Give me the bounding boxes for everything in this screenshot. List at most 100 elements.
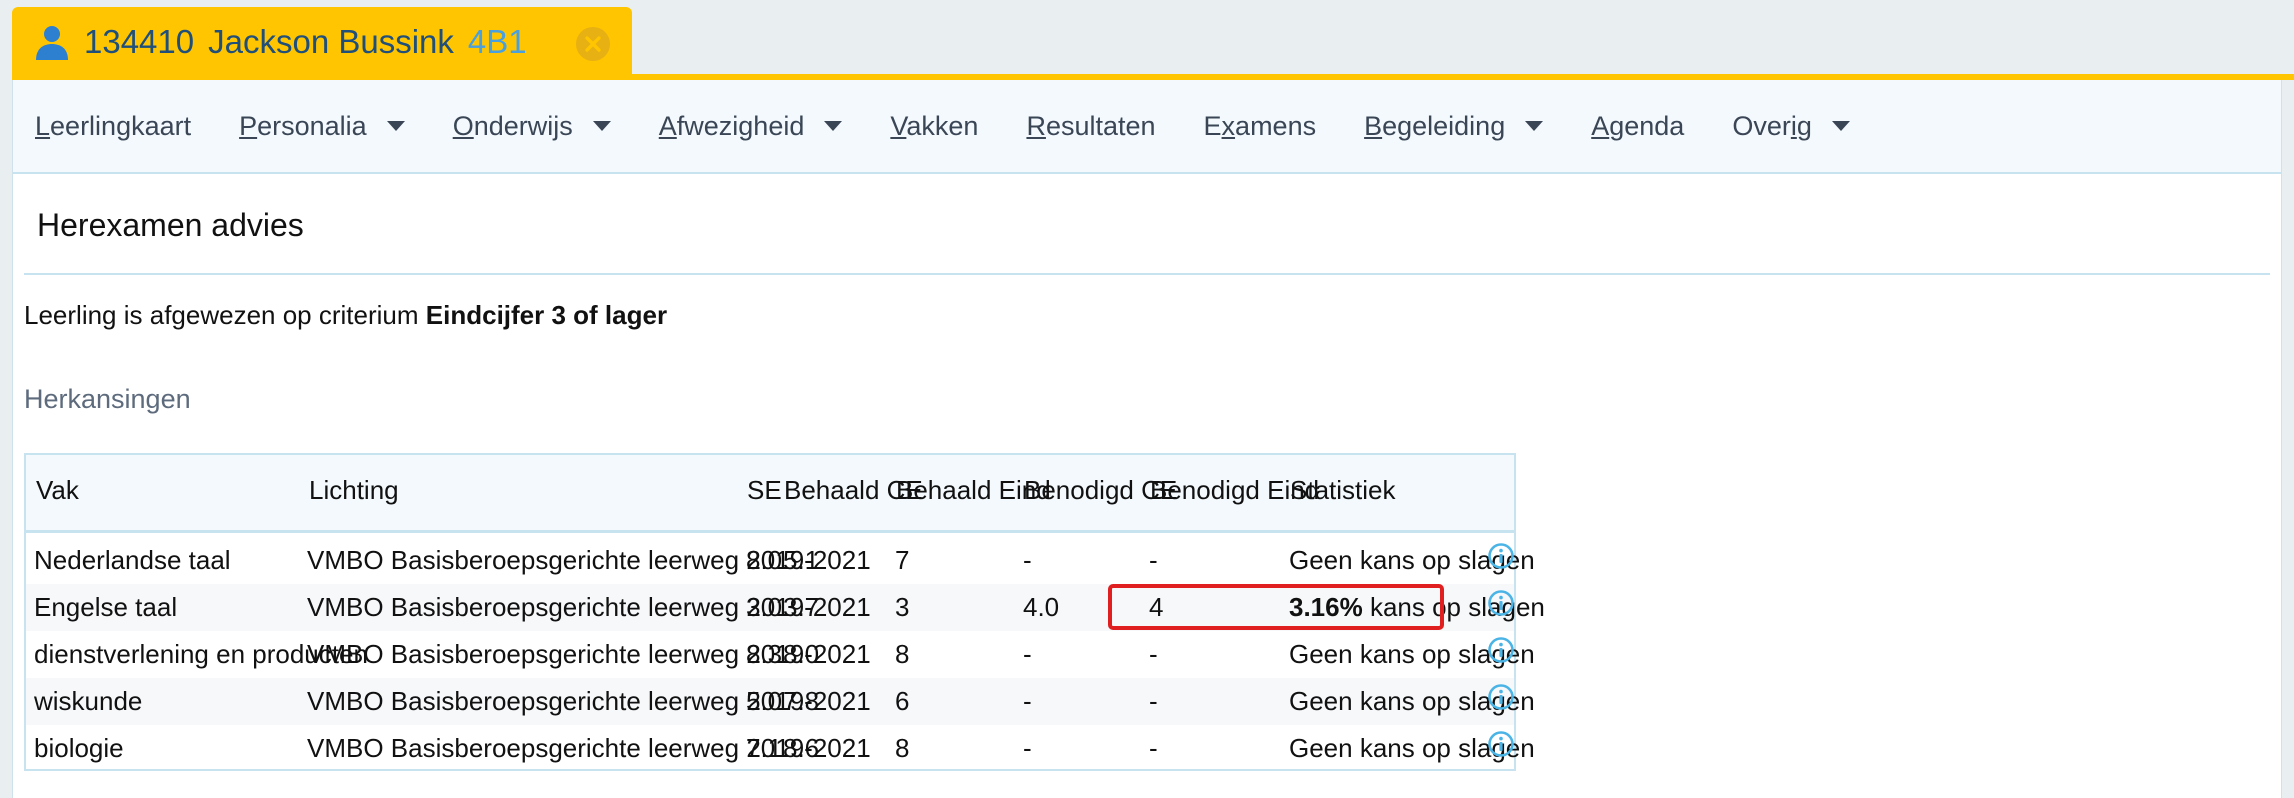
info-icon[interactable]: [1487, 683, 1515, 711]
info-icon[interactable]: [1487, 589, 1515, 617]
nav-item-2[interactable]: Onderwijs: [453, 111, 611, 142]
info-icon[interactable]: [1487, 730, 1515, 758]
nav-item-8[interactable]: Agenda: [1591, 111, 1684, 142]
cell-behaald-eind: 3: [895, 592, 910, 622]
nav-label: Resultaten: [1026, 111, 1155, 142]
nav-label-pre: Over: [1732, 110, 1791, 141]
nav-label-rest: egeleiding: [1382, 110, 1506, 141]
nav-label: Overig: [1732, 111, 1812, 142]
criterium-value: Eindcijfer 3 of lager: [425, 300, 668, 330]
nav-label-accesskey: V: [890, 110, 907, 141]
nav-label: Afwezigheid: [659, 111, 805, 142]
cell-se: 8.3: [746, 639, 783, 669]
student-number: 134410: [84, 23, 195, 60]
header-lichting: Lichting: [309, 475, 399, 505]
table-row: biologie VMBO Basisberoepsgerichte leerwe…: [26, 725, 1535, 772]
title-divider: [24, 273, 2270, 275]
nav-item-5[interactable]: Resultaten: [1026, 111, 1155, 142]
highlight-box: [1108, 584, 1444, 630]
table-row: dienstverlening en producten VMBO Basisbe…: [26, 631, 1535, 678]
nav-label-rest: genda: [1609, 110, 1685, 141]
header-se: SE: [747, 475, 782, 505]
nav-label-accesskey: A: [1591, 110, 1610, 141]
cell-behaald-ce: 5.1: [783, 545, 820, 575]
cell-vak: biologie: [34, 733, 124, 763]
student-name: Jackson Bussink: [208, 23, 454, 60]
table-row: Nederlandse taal VMBO Basisberoepsgericht…: [26, 537, 1535, 584]
nav-label-accesskey: A: [658, 110, 677, 141]
cell-se: 8.0: [746, 545, 783, 575]
nav-item-4[interactable]: Vakken: [890, 111, 978, 142]
nav-label: Onderwijs: [453, 111, 573, 142]
nav-label-pre: E: [1203, 110, 1222, 141]
nav-label-rest: fwezigheid: [676, 110, 805, 141]
cell-behaald-eind: 8: [895, 639, 910, 669]
caret-down-icon: [1525, 121, 1544, 131]
nav-label-rest: akken: [906, 110, 979, 141]
nav-label-rest: nderwijs: [473, 110, 573, 141]
student-class: 4B1: [467, 23, 527, 60]
criterium-prefix: Leerling is afgewezen op criterium: [24, 300, 419, 330]
nav-label-accesskey: B: [1364, 110, 1383, 141]
nav-item-3[interactable]: Afwezigheid: [659, 111, 843, 142]
nav-label-accesskey: x: [1221, 110, 1236, 141]
cell-benodigd-ce: -: [1023, 639, 1032, 669]
cell-behaald-ce: 7.8: [783, 686, 820, 716]
close-icon[interactable]: [576, 27, 610, 61]
nav-item-1[interactable]: Personalia: [239, 111, 405, 142]
nav-label-accesskey: O: [452, 110, 474, 141]
cell-behaald-ce: 8.0: [783, 639, 820, 669]
cell-benodigd-eind: -: [1149, 733, 1158, 763]
cell-vak: Nederlandse taal: [34, 545, 231, 575]
nav-label: Leerlingkaart: [35, 111, 191, 142]
cell-benodigd-eind: -: [1149, 545, 1158, 575]
cell-behaald-eind: 7: [895, 545, 910, 575]
cell-behaald-eind: 8: [895, 733, 910, 763]
person-icon: [36, 26, 68, 60]
cell-benodigd-ce: -: [1023, 686, 1032, 716]
header-vak: Vak: [36, 475, 79, 505]
cell-vak: Engelse taal: [34, 592, 178, 622]
section-title-herkansingen: Herkansingen: [24, 384, 191, 414]
student-tab[interactable]: 134410 Jackson Bussink 4B1: [12, 7, 632, 77]
cell-benodigd-ce: -: [1023, 545, 1032, 575]
cell-benodigd-ce: 4.0: [1023, 592, 1060, 622]
criterium-text: Leerling is afgewezen op criterium Eindc…: [24, 300, 667, 331]
cell-se: 5.0: [746, 686, 783, 716]
nav-label-rest: ersonalia: [257, 110, 367, 141]
nav-item-9[interactable]: Overig: [1732, 111, 1850, 142]
nav-label-rest: g: [1796, 110, 1812, 141]
page-title: Herexamen advies: [37, 207, 304, 243]
table-row: wiskunde VMBO Basisberoepsgerichte leerwe…: [26, 678, 1535, 725]
nav-label-accesskey: L: [35, 110, 51, 141]
caret-down-icon: [824, 121, 843, 131]
nav-label: Personalia: [239, 111, 367, 142]
nav-label-accesskey: R: [1026, 110, 1046, 141]
info-icon[interactable]: [1487, 542, 1515, 570]
nav-label: Begeleiding: [1364, 111, 1505, 142]
cell-se: 7.1: [746, 733, 783, 763]
caret-down-icon: [386, 121, 405, 131]
info-icon[interactable]: [1487, 636, 1515, 664]
cell-behaald-ce: 8.6: [783, 733, 820, 763]
nav-label: Agenda: [1591, 111, 1684, 142]
close-x-icon: [585, 36, 601, 52]
header-statistiek: Statistiek: [1290, 475, 1396, 505]
table-header: Vak Lichting SE Behaald CE Behaald Eind …: [26, 455, 1514, 533]
nav-label-rest: eerlingkaart: [50, 110, 192, 141]
nav-item-7[interactable]: Begeleiding: [1364, 111, 1544, 142]
cell-benodigd-eind: -: [1149, 686, 1158, 716]
student-title: 134410 Jackson Bussink 4B1: [84, 23, 541, 61]
caret-down-icon: [1831, 121, 1850, 131]
nav-item-0[interactable]: Leerlingkaart: [35, 111, 191, 142]
nav-label: Examens: [1204, 111, 1317, 142]
nav-label-rest: esultaten: [1045, 110, 1156, 141]
nav-item-6[interactable]: Examens: [1204, 111, 1317, 142]
nav-label: Vakken: [890, 111, 978, 142]
cell-se: 3.0: [746, 592, 783, 622]
student-navbar: Leerlingkaart Personalia Onderwijs Afwezigh…: [13, 80, 2281, 174]
cell-behaald-eind: 6: [895, 686, 910, 716]
cell-vak: wiskunde: [34, 686, 143, 716]
cell-benodigd-ce: -: [1023, 733, 1032, 763]
nav-label-accesskey: P: [239, 110, 258, 141]
